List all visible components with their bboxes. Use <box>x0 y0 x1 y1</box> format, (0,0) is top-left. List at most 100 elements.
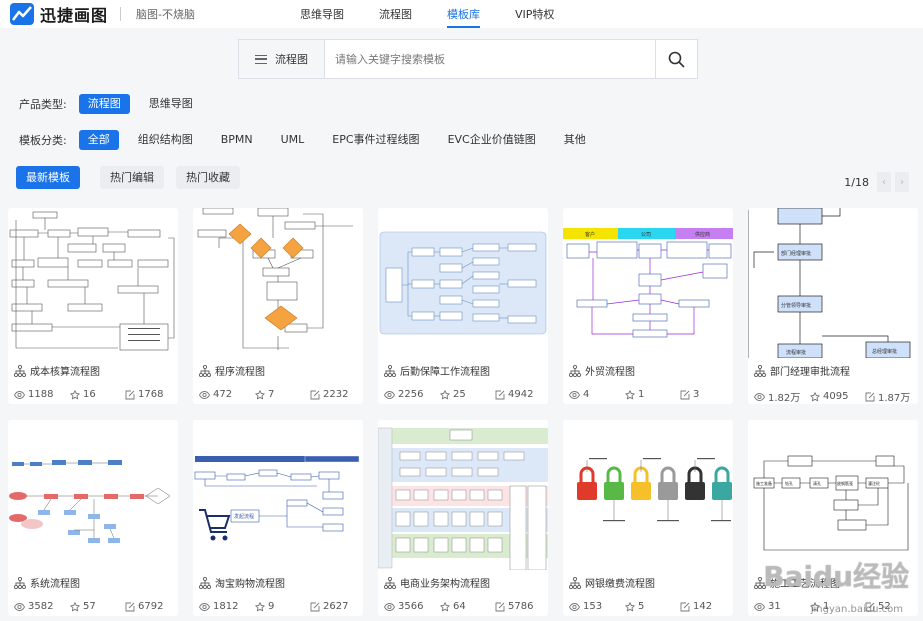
template-card[interactable]: 成本核算流程图 1188 16 1768 <box>8 208 178 404</box>
like-count-value: 7 <box>268 389 275 400</box>
like-count-value: 5 <box>638 601 645 612</box>
category-option-bpmn[interactable]: BPMN <box>212 130 262 150</box>
nav-item-templates[interactable]: 模板库 <box>447 6 480 28</box>
eye-icon <box>14 390 25 399</box>
edit-count: 52 <box>865 601 891 612</box>
template-card[interactable]: 程序流程图 472 7 2232 <box>193 208 363 404</box>
search-input[interactable] <box>325 40 655 78</box>
thumb-node-drill: 钻孔 <box>785 480 793 486</box>
prev-page-button[interactable]: ‹ <box>877 172 891 192</box>
card-title: 施工工艺流程图 <box>754 575 840 590</box>
flowchart-icon <box>569 364 581 377</box>
category-option-uml[interactable]: UML <box>272 130 314 150</box>
card-stats: 472 7 2232 <box>199 389 359 400</box>
edit-count: 142 <box>680 601 712 612</box>
category-option-all[interactable]: 全部 <box>78 130 119 150</box>
search-category-select[interactable]: 流程图 <box>239 40 325 78</box>
edit-count: 2232 <box>310 389 348 400</box>
template-card[interactable]: 网银缴费流程图 153 5 142 <box>563 420 733 616</box>
edit-count-value: 3 <box>693 389 700 400</box>
thumb-node-start-process: 发起流程 <box>234 513 254 520</box>
template-card[interactable]: 电商业务架构流程图 3566 64 5786 <box>378 420 548 616</box>
product-type-label: 产品类型: <box>19 98 67 111</box>
star-icon <box>810 601 820 611</box>
card-title-text: 外贸流程图 <box>585 367 635 378</box>
template-card[interactable]: 部门经理审批 分管领导审批 流程审批 总经理审批 部门经理审批流程 1.82万 … <box>748 208 918 404</box>
thumb-node-prep: 施工准备 <box>756 480 772 486</box>
thumb-node-concrete: 灌注砼 <box>868 480 880 486</box>
nav-item-flowchart[interactable]: 流程图 <box>379 6 412 22</box>
edit-count-value: 6792 <box>138 601 164 612</box>
category-option-org[interactable]: 组织结构图 <box>129 130 202 150</box>
view-count: 3566 <box>384 601 440 612</box>
template-card[interactable]: 客户 公司 供应商 外贸流程图 4 1 3 <box>563 208 733 404</box>
thumb-node-clean: 清孔 <box>813 480 821 486</box>
view-count-value: 2256 <box>398 389 424 400</box>
eye-icon <box>14 602 25 611</box>
header-divider <box>120 7 121 21</box>
card-stats: 4 1 3 <box>569 389 729 400</box>
nav-item-vip[interactable]: VIP特权 <box>515 6 554 22</box>
logo-text: 迅捷画图 <box>40 6 109 25</box>
like-count: 7 <box>255 389 310 400</box>
nav-item-mindmap[interactable]: 思维导图 <box>300 6 344 22</box>
view-count: 472 <box>199 389 255 400</box>
card-stats: 1188 16 1768 <box>14 389 174 400</box>
card-stats: 3582 57 6792 <box>14 601 174 612</box>
view-count: 31 <box>754 601 810 612</box>
flowchart-icon <box>384 364 396 377</box>
star-icon <box>70 389 80 399</box>
logo[interactable]: 迅捷画图 <box>10 2 108 26</box>
product-option-mindmap[interactable]: 思维导图 <box>140 94 202 114</box>
template-card[interactable]: 系统流程图 3582 57 6792 <box>8 420 178 616</box>
card-title: 网银缴费流程图 <box>569 575 655 590</box>
card-title: 系统流程图 <box>14 575 80 590</box>
star-icon <box>70 601 80 611</box>
template-card[interactable]: 施工准备 钻孔 清孔 放钢筋笼 灌注砼 施工工艺流程图 31 1 52 <box>748 420 918 616</box>
edit-icon <box>310 390 320 399</box>
sort-newest[interactable]: 最新模板 <box>16 166 80 189</box>
product-option-flowchart[interactable]: 流程图 <box>78 94 130 114</box>
like-count-value: 9 <box>268 601 275 612</box>
category-option-other[interactable]: 其他 <box>555 130 595 150</box>
like-count: 1 <box>810 601 865 612</box>
edit-count-value: 4942 <box>508 389 534 400</box>
view-count-value: 1812 <box>213 601 239 612</box>
like-count-value: 64 <box>453 601 466 612</box>
category-option-epc[interactable]: EPC事件过程线图 <box>323 130 428 150</box>
edit-count: 2627 <box>310 601 348 612</box>
like-count-value: 16 <box>83 389 96 400</box>
card-title-text: 网银缴费流程图 <box>585 579 655 590</box>
view-count-value: 31 <box>768 601 781 612</box>
view-count-value: 3566 <box>398 601 424 612</box>
view-count: 2256 <box>384 389 440 400</box>
template-thumbnail <box>378 208 548 358</box>
header-slogan: 脑图-不烧脑 <box>136 8 195 21</box>
category-option-evc[interactable]: EVC企业价值链图 <box>439 130 545 150</box>
flowchart-icon <box>14 364 26 377</box>
template-card[interactable]: 后勤保障工作流程图 2256 25 4942 <box>378 208 548 404</box>
edit-count: 1.87万 <box>865 389 910 404</box>
template-thumbnail: 发起流程 <box>193 420 363 570</box>
view-count: 4 <box>569 389 625 400</box>
template-thumbnail <box>8 420 178 570</box>
like-count: 57 <box>70 601 125 612</box>
sort-hot-edit[interactable]: 热门编辑 <box>100 166 164 189</box>
card-title-text: 施工工艺流程图 <box>770 579 840 590</box>
template-thumbnail <box>193 208 363 358</box>
search-button[interactable] <box>655 40 697 78</box>
template-thumbnail: 客户 公司 供应商 <box>563 208 733 358</box>
card-title-text: 程序流程图 <box>215 367 265 378</box>
template-card[interactable]: 发起流程 淘宝购物流程图 1812 9 2627 <box>193 420 363 616</box>
view-count: 1812 <box>199 601 255 612</box>
sort-hot-favorite[interactable]: 热门收藏 <box>176 166 240 189</box>
card-stats: 3566 64 5786 <box>384 601 544 612</box>
edit-icon <box>495 390 505 399</box>
card-title-text: 后勤保障工作流程图 <box>400 367 490 378</box>
edit-count-value: 1768 <box>138 389 164 400</box>
edit-icon <box>680 390 690 399</box>
search-category-label: 流程图 <box>275 53 308 66</box>
view-count: 1188 <box>14 389 70 400</box>
next-page-button[interactable]: › <box>895 172 909 192</box>
like-count: 64 <box>440 601 495 612</box>
